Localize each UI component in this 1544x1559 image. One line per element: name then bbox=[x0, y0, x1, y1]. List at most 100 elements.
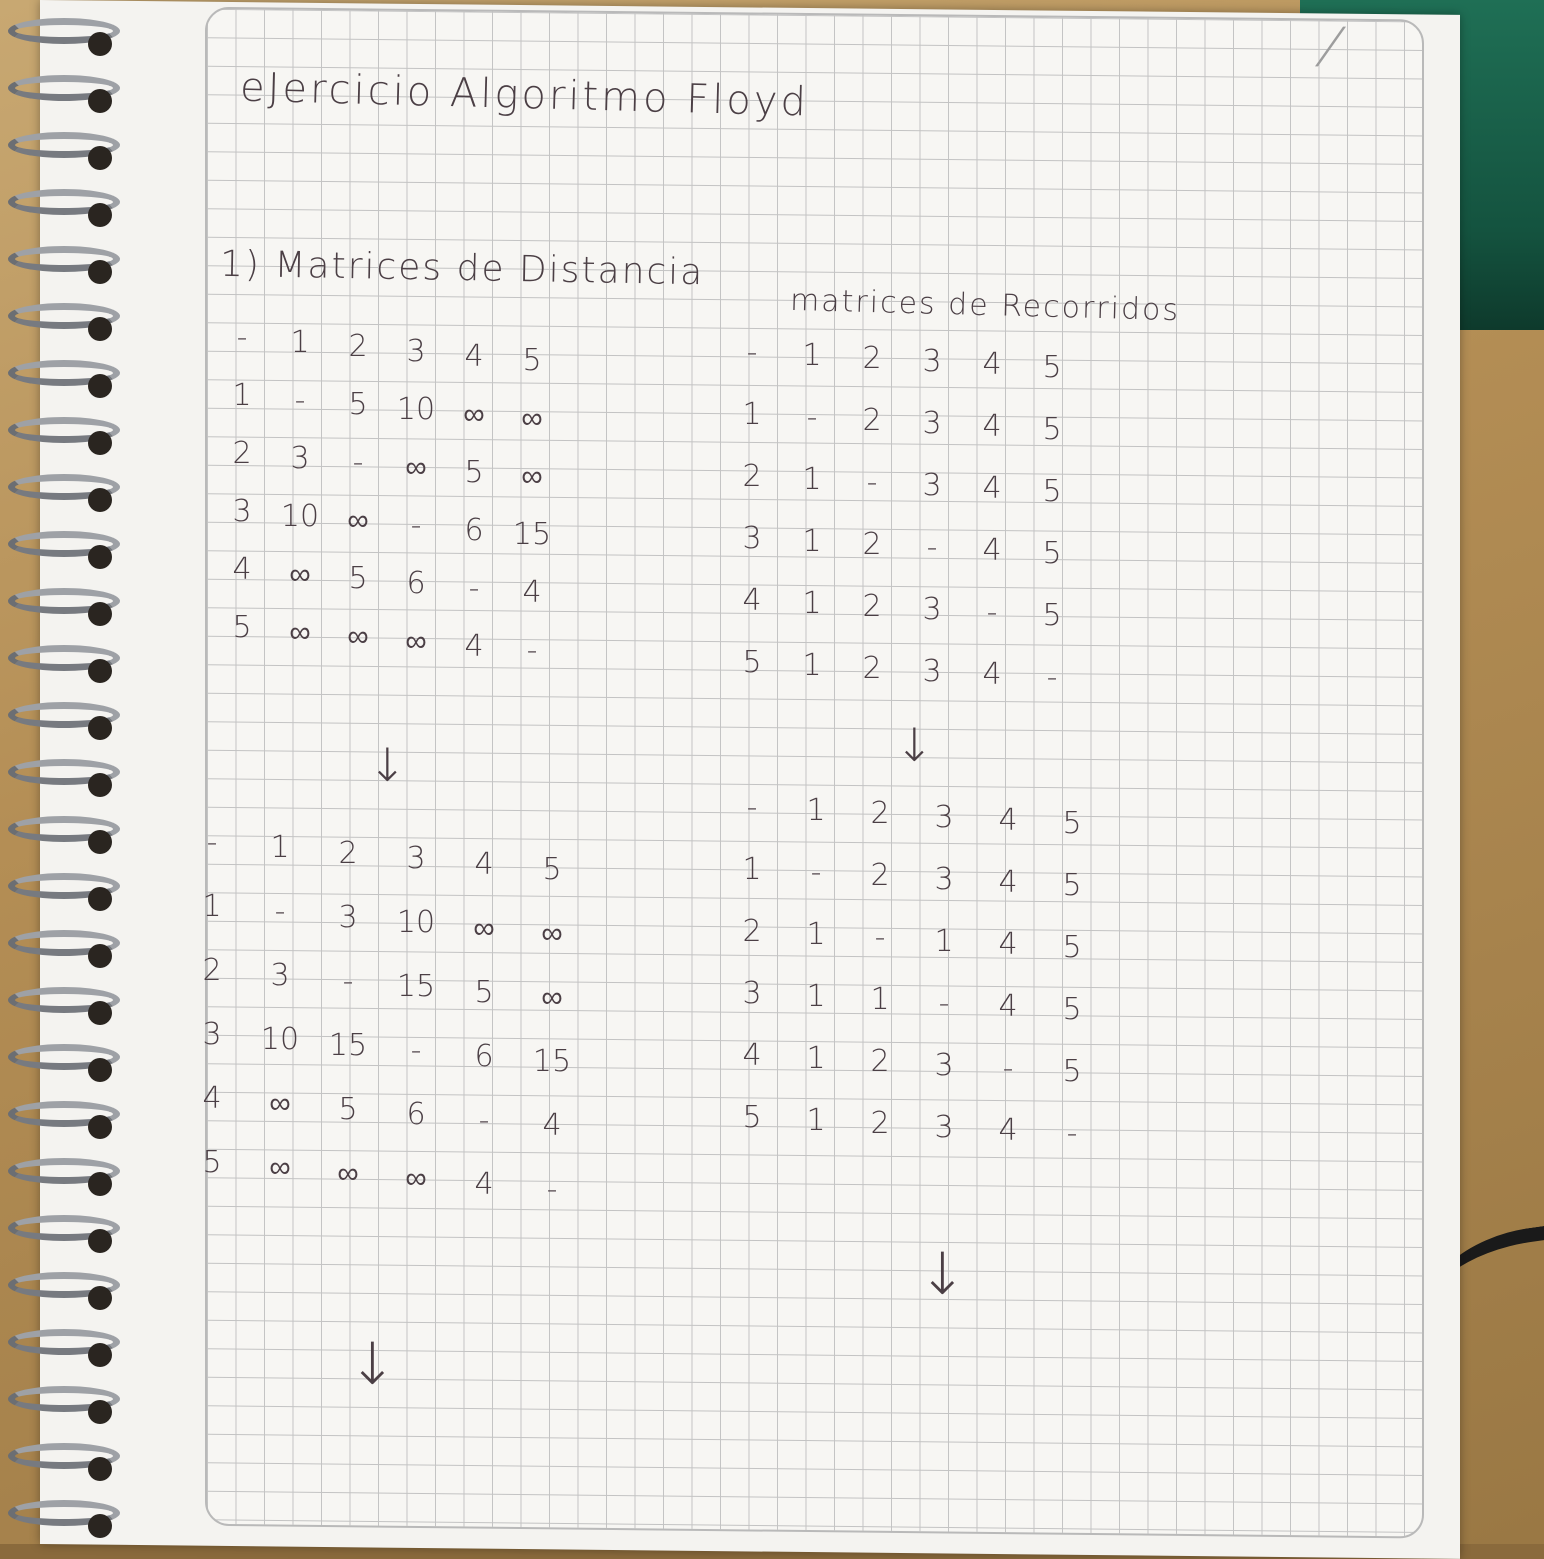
spiral-binding bbox=[0, 0, 135, 1544]
matrix-cell: 5 bbox=[1062, 1054, 1082, 1089]
matrix-cell: - bbox=[478, 1102, 490, 1138]
matrix-cell: 3 bbox=[232, 494, 252, 529]
matrix-cell: 6 bbox=[474, 1038, 494, 1074]
matrix-cell: 2 bbox=[742, 459, 762, 494]
page-corner-mark bbox=[1314, 26, 1397, 67]
binding-hole bbox=[88, 1343, 112, 1367]
binding-hole bbox=[88, 1514, 112, 1538]
matrix-cell: 5 bbox=[742, 645, 762, 680]
matrix-cell: 4 bbox=[464, 628, 484, 664]
binding-hole bbox=[88, 545, 112, 569]
matrix-cell: 2 bbox=[870, 858, 890, 894]
matrix-cell: - bbox=[866, 465, 878, 500]
matrix-cell: ∞ bbox=[473, 910, 495, 946]
down-arrow-icon: ↓ bbox=[348, 1330, 397, 1398]
matrix-cell: - bbox=[342, 963, 354, 999]
matrix-cell: 2 bbox=[742, 914, 762, 949]
matrix-cell: 5 bbox=[1062, 992, 1082, 1027]
matrix-cell: 3 bbox=[406, 333, 426, 369]
matrix-cell: ∞ bbox=[541, 916, 563, 952]
matrix-cell: 5 bbox=[742, 1100, 762, 1135]
matrix-cell: - bbox=[206, 825, 218, 860]
matrix-cell: 2 bbox=[202, 953, 222, 988]
matrix-cell: 2 bbox=[870, 796, 890, 832]
matrix-cell: 4 bbox=[998, 926, 1018, 962]
matrix-cell: 5 bbox=[1062, 868, 1082, 903]
matrix-cell: 3 bbox=[922, 592, 942, 627]
distance-matrices-heading: 1) Matrices de Distancia bbox=[219, 243, 705, 294]
matrix-cell: 4 bbox=[542, 1108, 562, 1144]
matrix-cell: - bbox=[810, 855, 822, 891]
matrix-cell: ∞ bbox=[269, 1150, 291, 1186]
matrix-cell: 1 bbox=[742, 852, 762, 887]
matrix-cell: 4 bbox=[982, 533, 1002, 568]
matrix-cell: 2 bbox=[862, 651, 882, 686]
matrix-cell: - bbox=[236, 320, 248, 355]
matrix-cell: 3 bbox=[202, 1017, 222, 1052]
matrix-cell: 5 bbox=[348, 561, 368, 597]
binding-hole bbox=[88, 431, 112, 455]
matrix-cell: 3 bbox=[922, 468, 942, 503]
matrix-cell: 1 bbox=[742, 397, 762, 432]
binding-hole bbox=[88, 374, 112, 398]
matrix-cell: - bbox=[410, 507, 422, 543]
matrix-cell: 3 bbox=[742, 521, 762, 556]
matrix-cell: 4 bbox=[742, 583, 762, 618]
matrix-cell: 4 bbox=[982, 409, 1002, 444]
matrix-cell: 1 bbox=[806, 1103, 826, 1139]
matrix-cell: ∞ bbox=[541, 980, 563, 1016]
matrix-cell: 2 bbox=[862, 341, 882, 376]
down-arrow-icon: ↓ bbox=[918, 1240, 967, 1308]
matrix-cell: 6 bbox=[464, 512, 484, 548]
binding-hole bbox=[88, 659, 112, 683]
binding-hole bbox=[88, 260, 112, 284]
matrix-cell: 15 bbox=[512, 517, 552, 553]
matrix-cell: 3 bbox=[934, 1109, 954, 1145]
matrix-cell: 2 bbox=[862, 589, 882, 624]
matrix-cell: - bbox=[468, 570, 480, 606]
matrix-cell: 5 bbox=[1042, 598, 1062, 633]
matrix-cell: ∞ bbox=[269, 1086, 291, 1122]
matrix-cell: 4 bbox=[982, 471, 1002, 506]
matrix-cell: 1 bbox=[806, 917, 826, 953]
matrix-cell: 1 bbox=[802, 338, 822, 373]
matrix-cell: ∞ bbox=[347, 503, 369, 539]
binding-hole bbox=[88, 944, 112, 968]
matrix-cell: - bbox=[294, 382, 306, 418]
matrix-cell: 1 bbox=[202, 889, 222, 924]
matrix-cell: ∞ bbox=[521, 401, 543, 437]
matrix-cell: 3 bbox=[922, 406, 942, 441]
matrix-cell: - bbox=[746, 335, 758, 370]
matrix-cell: 4 bbox=[474, 846, 494, 882]
binding-hole bbox=[88, 1058, 112, 1082]
matrix-cell: 5 bbox=[348, 387, 368, 423]
binding-hole bbox=[88, 1286, 112, 1310]
binding-hole bbox=[88, 1172, 112, 1196]
matrix-cell: 3 bbox=[934, 799, 954, 835]
matrix-cell: 5 bbox=[474, 974, 494, 1010]
matrix-cell: - bbox=[986, 595, 998, 630]
matrix-cell: 4 bbox=[232, 552, 252, 587]
matrix-cell: 4 bbox=[742, 1038, 762, 1073]
matrix-cell: 15 bbox=[396, 969, 436, 1005]
binding-hole bbox=[88, 89, 112, 113]
matrix-cell: ∞ bbox=[405, 623, 427, 659]
matrix-cell: - bbox=[546, 1172, 558, 1208]
matrix-cell: 4 bbox=[202, 1081, 222, 1116]
matrix-cell: 1 bbox=[802, 648, 822, 683]
matrix-cell: 4 bbox=[522, 575, 542, 611]
matrix-cell: 2 bbox=[232, 436, 252, 471]
matrix-cell: 15 bbox=[328, 1027, 368, 1063]
matrix-cell: 3 bbox=[922, 344, 942, 379]
matrix-cell: 4 bbox=[998, 864, 1018, 900]
matrix-cell: - bbox=[874, 920, 886, 956]
matrix-cell: ∞ bbox=[405, 1161, 427, 1197]
matrix-cell: - bbox=[526, 633, 538, 669]
matrix-cell: 10 bbox=[260, 1022, 300, 1058]
matrix-cell: 1 bbox=[802, 524, 822, 559]
matrix-cell: ∞ bbox=[289, 614, 311, 650]
matrix-cell: 10 bbox=[396, 391, 436, 427]
matrix-cell: 1 bbox=[806, 1041, 826, 1077]
matrix-cell: 4 bbox=[982, 657, 1002, 692]
matrix-cell: 2 bbox=[862, 527, 882, 562]
